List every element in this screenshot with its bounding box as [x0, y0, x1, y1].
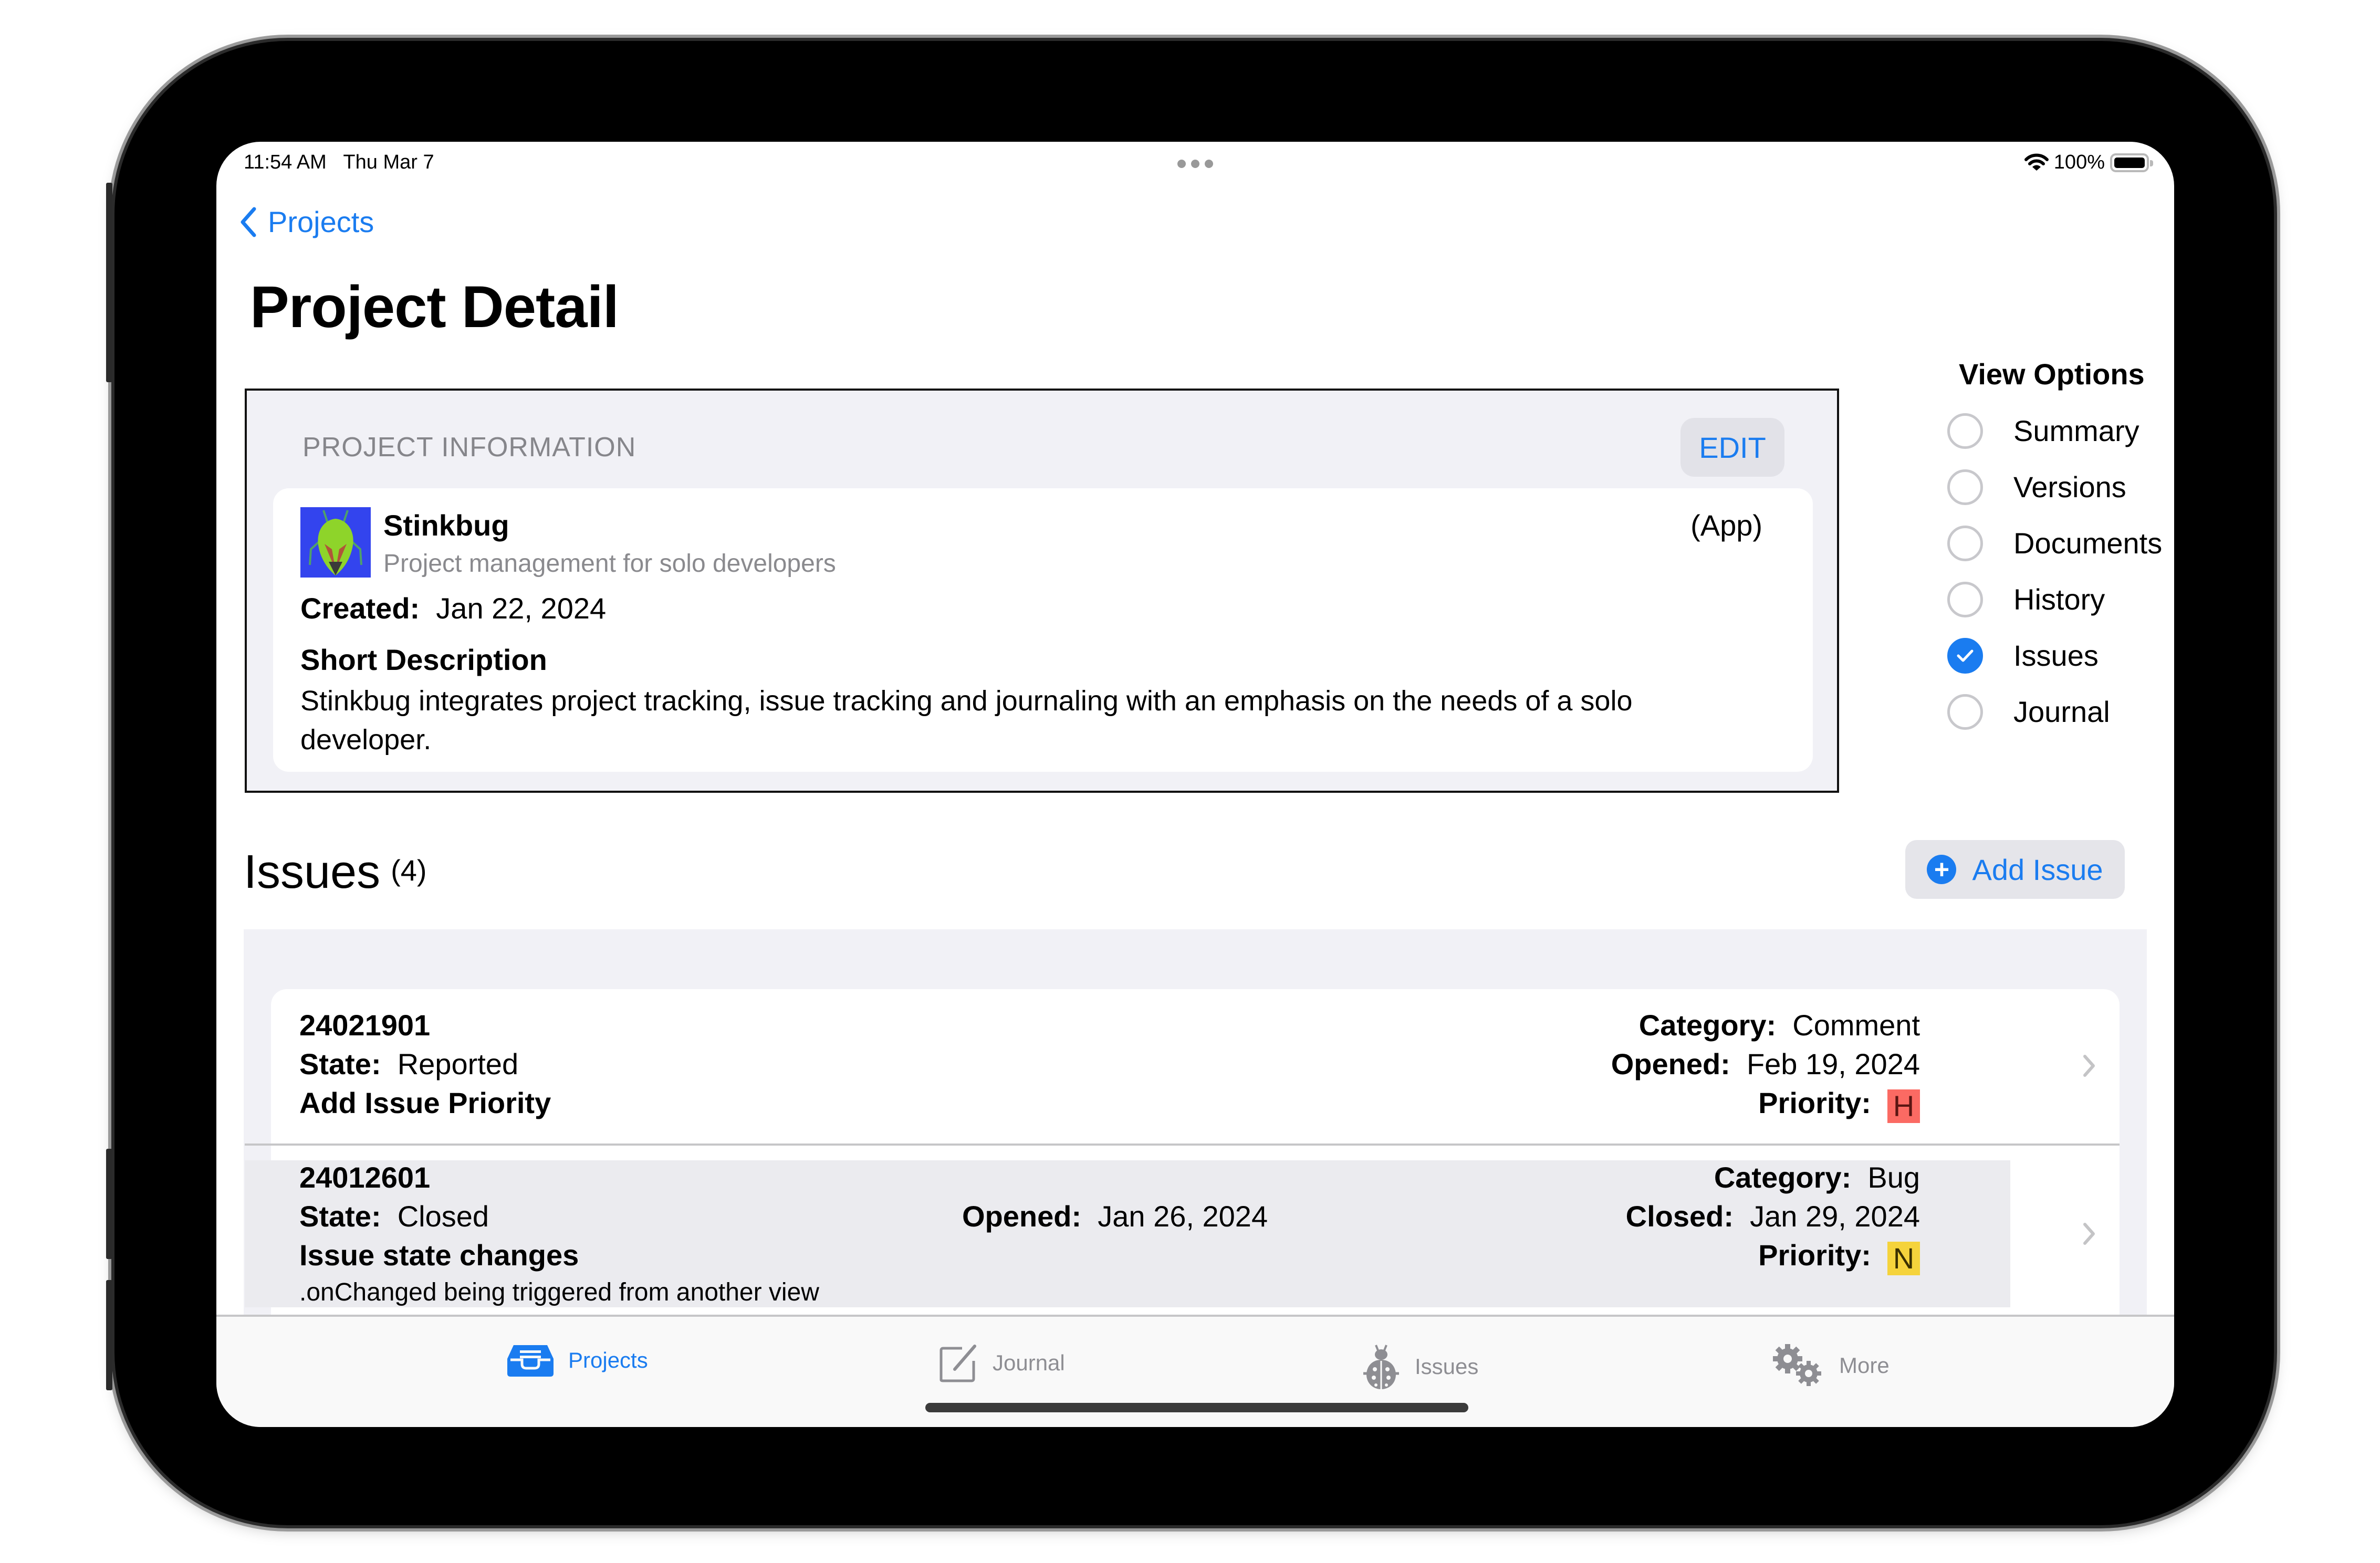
time-label: 11:54 AM	[244, 151, 327, 173]
view-option-history[interactable]: History	[1947, 571, 2162, 627]
project-info-card: Stinkbug Project management for solo dev…	[273, 488, 1813, 772]
issue-opened: Opened: Feb 19, 2024	[1611, 1047, 1920, 1081]
project-information-panel: PROJECT INFORMATION EDIT Stinkbug Projec…	[245, 389, 1839, 793]
project-name: Stinkbug	[383, 509, 509, 542]
tab-issues[interactable]: Issues	[1361, 1343, 1478, 1390]
view-option-label: Documents	[2013, 527, 2163, 560]
view-option-issues[interactable]: Issues	[1947, 627, 2162, 684]
chevron-left-icon	[241, 207, 256, 237]
created-label: Created:	[300, 592, 420, 625]
chevron-right-icon	[2083, 1055, 2095, 1077]
volume-down-button	[106, 1149, 112, 1259]
gears-icon	[1773, 1344, 1821, 1386]
volume-up-button	[106, 183, 112, 382]
chevron-right-icon	[2083, 1223, 2095, 1245]
issue-state: State: Reported	[299, 1047, 519, 1081]
view-option-label: History	[2013, 583, 2105, 616]
radio-unchecked-icon[interactable]	[1947, 694, 1983, 730]
radio-unchecked-icon[interactable]	[1947, 413, 1983, 449]
tab-projects[interactable]: Projects	[506, 1343, 648, 1378]
tab-label: Journal	[993, 1350, 1065, 1375]
tab-label: Projects	[568, 1348, 648, 1372]
issues-count: (4)	[391, 854, 427, 887]
back-button[interactable]: Projects	[239, 205, 374, 239]
created-row: Created: Jan 22, 2024	[300, 591, 606, 625]
issue-id: 24012601	[299, 1161, 431, 1194]
issue-closed: Closed: Jan 29, 2024	[1625, 1200, 1920, 1233]
project-type: (App)	[1690, 509, 1762, 542]
view-option-versions[interactable]: Versions	[1947, 459, 2162, 515]
status-indicators: 100%	[2024, 151, 2153, 174]
issue-id: 24021901	[299, 1009, 431, 1042]
tab-more[interactable]: More	[1771, 1343, 1890, 1388]
issue-note: .onChanged being triggered from another …	[299, 1278, 819, 1306]
issue-category: Category: Bug	[1714, 1161, 1920, 1194]
tray-icon	[507, 1345, 554, 1377]
issue-title: Add Issue Priority	[299, 1086, 551, 1119]
battery-full-icon	[2110, 153, 2153, 172]
view-option-documents[interactable]: Documents	[1947, 515, 2162, 571]
issue-opened: Opened: Jan 26, 2024	[962, 1200, 1268, 1233]
radio-unchecked-icon[interactable]	[1947, 469, 1983, 505]
home-indicator[interactable]	[925, 1403, 1468, 1412]
view-option-label: Versions	[2013, 470, 2126, 503]
issue-category: Category: Comment	[1638, 1009, 1920, 1042]
issue-priority: Priority: N	[1758, 1238, 1920, 1275]
tab-journal[interactable]: Journal	[939, 1343, 1065, 1383]
edit-button[interactable]: EDIT	[1680, 418, 1784, 477]
view-options: View Options Summary Versions Documents …	[1947, 357, 2162, 740]
screen: 11:54 AM Thu Mar 7 100% Projects Project…	[216, 142, 2174, 1427]
issues-title: Issues	[244, 846, 381, 898]
created-value: Jan 22, 2024	[436, 592, 607, 625]
view-options-title: View Options	[1959, 358, 2145, 391]
project-subtitle: Project management for solo developers	[383, 550, 836, 578]
back-label: Projects	[268, 205, 374, 238]
date-label: Thu Mar 7	[343, 151, 434, 173]
issue-state: State: Closed	[299, 1200, 489, 1233]
view-option-journal[interactable]: Journal	[1947, 684, 2162, 740]
view-option-label: Journal	[2013, 695, 2110, 728]
battery-percent: 100%	[2053, 151, 2105, 173]
wifi-icon	[2024, 153, 2049, 171]
priority-badge: N	[1887, 1242, 1920, 1275]
priority-badge: H	[1887, 1089, 1920, 1123]
row-divider	[245, 1144, 2120, 1146]
ladybug-icon	[1363, 1345, 1399, 1389]
short-description-label: Short Description	[300, 643, 547, 676]
add-issue-button[interactable]: + Add Issue	[1905, 840, 2125, 899]
stinkbug-app-icon	[300, 507, 371, 578]
tab-label: Issues	[1415, 1354, 1479, 1379]
radio-unchecked-icon[interactable]	[1947, 525, 1983, 561]
short-description-text: Stinkbug integrates project tracking, is…	[300, 685, 1633, 756]
add-issue-label: Add Issue	[1972, 853, 2103, 886]
checkmark-circle-icon[interactable]	[1947, 637, 1983, 674]
square-pencil-icon	[940, 1345, 976, 1382]
view-option-label: Issues	[2013, 639, 2099, 672]
tab-label: More	[1839, 1353, 1890, 1378]
issue-title: Issue state changes	[299, 1239, 579, 1272]
issue-priority: Priority: H	[1758, 1086, 1920, 1123]
page-title: Project Detail	[250, 274, 619, 340]
radio-unchecked-icon[interactable]	[1947, 581, 1983, 617]
multitasking-dots-icon[interactable]	[1177, 160, 1213, 168]
status-time: 11:54 AM Thu Mar 7	[244, 151, 434, 174]
view-option-summary[interactable]: Summary	[1947, 403, 2162, 459]
section-header: PROJECT INFORMATION	[302, 432, 636, 463]
issues-heading: Issues (4)	[244, 845, 427, 899]
power-button	[106, 1280, 112, 1390]
view-option-label: Summary	[2013, 414, 2139, 447]
plus-circle-icon: +	[1927, 855, 1957, 884]
